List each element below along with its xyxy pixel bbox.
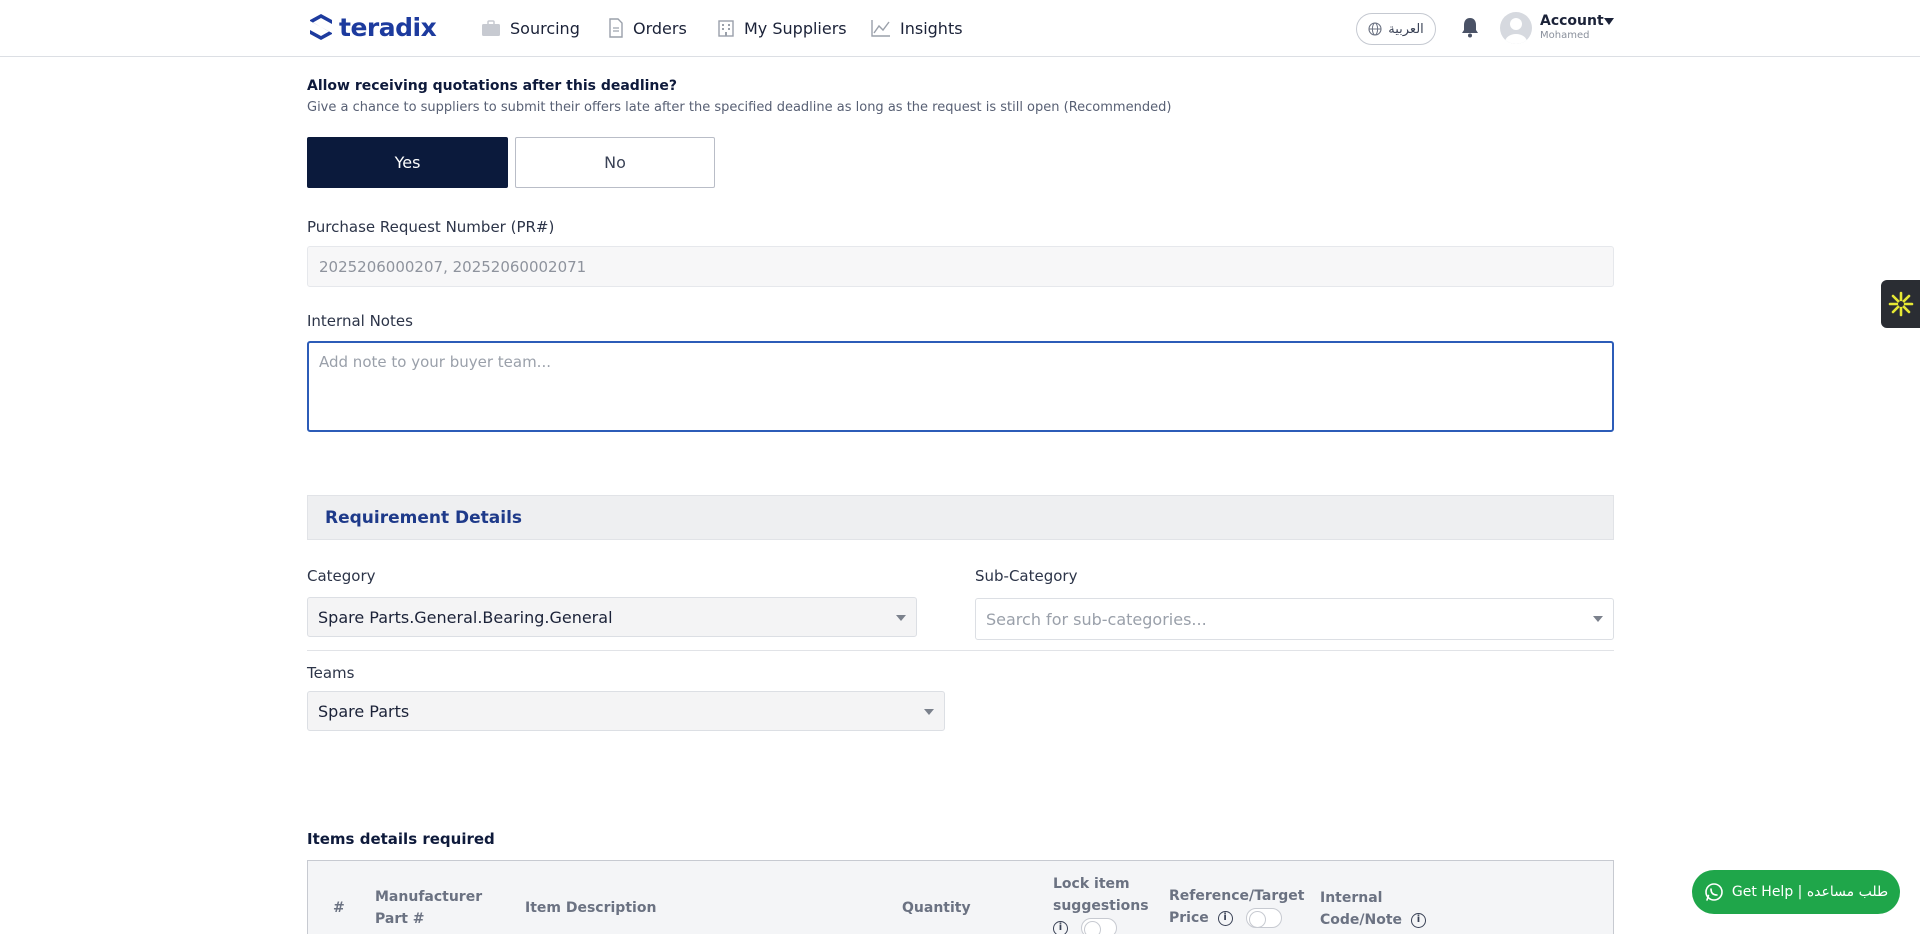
pr-number-field[interactable]: 2025206000207, 20252060002071 (307, 246, 1614, 287)
get-help-label: Get Help | طلب مساعده (1731, 884, 1889, 900)
lock-suggestions-toggle[interactable] (1080, 918, 1117, 934)
divider (307, 650, 1614, 651)
internal-notes-field[interactable] (307, 341, 1614, 432)
column-header-reference-price: Reference/Target Price i (1169, 885, 1304, 929)
category-select[interactable]: Spare Parts.General.Bearing.General (307, 597, 917, 637)
chevron-down-icon (896, 615, 906, 621)
chart-icon (871, 20, 890, 37)
column-header-quantity: Quantity (902, 900, 971, 916)
info-icon[interactable]: i (1217, 910, 1233, 926)
top-navbar: teradix Sourcing Orders My Suppliers Ins… (0, 0, 1920, 57)
chevron-down-icon (1593, 616, 1603, 622)
nav-orders-label: Orders (633, 18, 687, 38)
pr-number-value: 2025206000207, 20252060002071 (319, 257, 587, 276)
category-label: Category (307, 567, 376, 585)
avatar[interactable] (1500, 12, 1532, 44)
nav-my-suppliers[interactable]: My Suppliers (717, 14, 847, 42)
items-table-header: # Manufacturer Part # Item Description Q… (307, 860, 1614, 934)
document-icon (609, 18, 623, 38)
column-header-lock-suggestions: Lock item suggestions i (1053, 873, 1149, 934)
whatsapp-icon (1705, 883, 1723, 901)
internal-code-label: Internal Code/Note (1320, 890, 1403, 928)
nav-sourcing-label: Sourcing (510, 18, 580, 38)
teradix-logo-icon (310, 14, 332, 40)
brand-name: teradix (339, 12, 437, 42)
pr-number-label: Purchase Request Number (PR#) (307, 218, 555, 236)
notification-bell-icon[interactable] (1460, 16, 1480, 38)
no-button[interactable]: No (515, 137, 715, 188)
requirement-details-header: Requirement Details (307, 495, 1614, 540)
lock-suggestions-label: Lock item suggestions (1053, 876, 1149, 914)
reference-price-toggle[interactable] (1245, 908, 1282, 928)
nav-sourcing[interactable]: Sourcing (481, 14, 580, 42)
teams-value: Spare Parts (318, 701, 410, 721)
info-icon[interactable]: i (1053, 920, 1068, 934)
nav-my-suppliers-label: My Suppliers (744, 18, 847, 38)
get-help-button[interactable]: Get Help | طلب مساعده (1692, 870, 1900, 914)
briefcase-icon (482, 20, 500, 36)
internal-notes-label: Internal Notes (307, 312, 413, 330)
reference-price-label: Reference/Target Price (1169, 888, 1305, 926)
nav-insights-label: Insights (900, 18, 963, 38)
column-header-internal-code: Internal Code/Note i (1320, 887, 1430, 931)
nav-insights[interactable]: Insights (871, 14, 963, 42)
sparkle-icon (1888, 291, 1913, 317)
side-feedback-widget[interactable] (1881, 280, 1920, 328)
sub-category-search[interactable]: Search for sub-categories... (975, 598, 1614, 640)
sub-category-label: Sub-Category (975, 567, 1078, 585)
section-title: Requirement Details (325, 507, 523, 528)
account-menu[interactable]: Account Mohamed (1540, 13, 1604, 41)
chevron-down-icon (924, 709, 934, 715)
column-header-item-description: Item Description (525, 900, 657, 916)
yes-button[interactable]: Yes (307, 137, 508, 188)
sub-category-placeholder: Search for sub-categories... (986, 609, 1207, 629)
column-header-number: # (333, 900, 345, 916)
account-label: Account (1540, 13, 1604, 29)
items-details-title: Items details required (307, 830, 495, 848)
info-icon[interactable]: i (1410, 912, 1426, 928)
late-quotations-question: Allow receiving quotations after this de… (307, 78, 678, 94)
globe-icon (1368, 22, 1382, 36)
language-label: العربية (1388, 21, 1424, 37)
teams-select[interactable]: Spare Parts (307, 691, 945, 731)
caret-down-icon[interactable] (1604, 18, 1614, 25)
nav-orders[interactable]: Orders (608, 14, 687, 42)
language-switch-button[interactable]: العربية (1356, 13, 1436, 45)
category-value: Spare Parts.General.Bearing.General (318, 607, 613, 627)
teradix-logo[interactable]: teradix (307, 11, 437, 43)
late-quotations-help: Give a chance to suppliers to submit the… (307, 100, 1172, 115)
teams-label: Teams (307, 664, 355, 682)
user-avatar-icon (1505, 18, 1527, 44)
column-header-manufacturer-part: Manufacturer Part # (375, 889, 483, 927)
account-username: Mohamed (1540, 30, 1590, 41)
building-icon (718, 20, 734, 37)
